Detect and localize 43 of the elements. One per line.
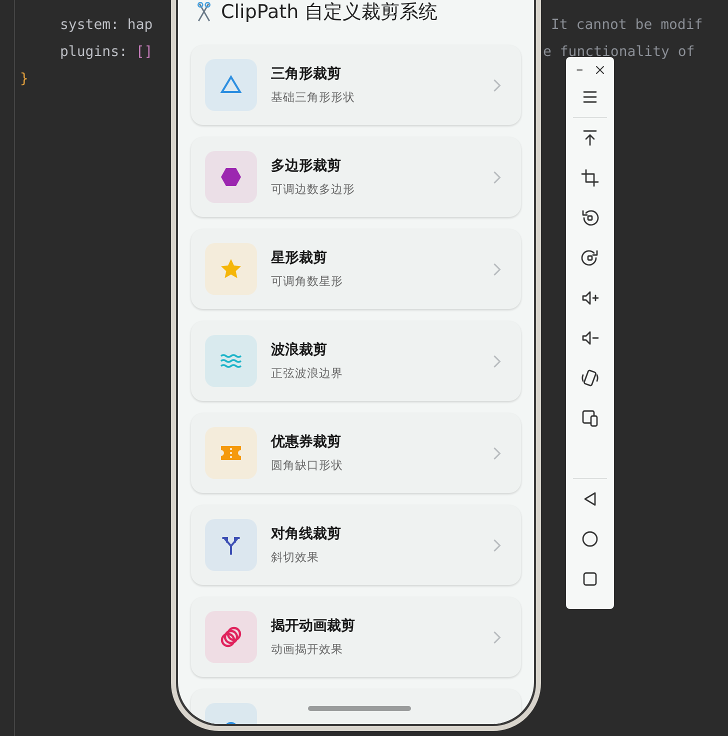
chevron-right-icon — [493, 630, 501, 644]
chevron-right-icon — [493, 262, 501, 276]
clip-type-card[interactable]: 揭开动画裁剪 动画揭开效果 — [191, 597, 521, 677]
rotate-right-icon[interactable] — [580, 248, 600, 268]
card-subtitle: 圆角缺口形状 — [271, 458, 344, 473]
code-text: [] — [136, 44, 153, 60]
card-subtitle: 正弦波浪边界 — [271, 366, 344, 381]
card-title: 三角形裁剪 — [271, 65, 342, 83]
clip-type-card[interactable]: 优惠券裁剪 圆角缺口形状 — [191, 413, 521, 493]
card-subtitle: 基础三角形形状 — [271, 90, 356, 105]
chevron-right-icon — [493, 170, 501, 184]
rotate-phone-icon[interactable] — [580, 368, 600, 388]
clip-type-card[interactable]: 三角形裁剪 基础三角形形状 — [191, 45, 521, 125]
card-subtitle: 斜切效果 — [271, 550, 320, 565]
chevron-right-icon — [493, 78, 501, 92]
card-title: 多边形裁剪 — [271, 157, 342, 175]
clip-type-card[interactable]: 多边形裁剪 可调边数多边形 — [191, 137, 521, 217]
card-title: 揭开动画裁剪 — [271, 617, 356, 635]
code-text: e functionality of — [543, 44, 695, 60]
chevron-right-icon — [493, 354, 501, 368]
clip-type-card[interactable]: 对角线裁剪 斜切效果 — [191, 505, 521, 585]
app-title: ClipPath 自定义裁剪系统 — [221, 0, 438, 25]
card-title: 星形裁剪 — [271, 249, 328, 267]
card-subtitle: 可调边数多边形 — [271, 182, 356, 197]
code-text: } — [20, 70, 28, 86]
code-text: It cannot be modif — [551, 16, 703, 32]
home-icon[interactable] — [580, 529, 600, 549]
devices-icon[interactable] — [580, 408, 600, 428]
scissors-icon — [195, 2, 213, 22]
chevron-right-icon — [493, 446, 501, 460]
card-subtitle: 可调角数星形 — [271, 274, 344, 289]
card-title: 对角线裁剪 — [271, 525, 342, 543]
card-title: 优惠券裁剪 — [271, 433, 342, 451]
chevron-right-icon — [493, 538, 501, 552]
card-title: 波浪裁剪 — [271, 341, 328, 359]
close-icon[interactable] — [593, 63, 607, 77]
card-subtitle: 动画揭开效果 — [271, 642, 344, 657]
clip-type-card[interactable]: 星形裁剪 可调角数星形 — [191, 229, 521, 309]
crop-icon[interactable] — [580, 168, 600, 188]
code-text: system: hap — [60, 16, 153, 32]
clip-type-card[interactable]: 波浪裁剪 正弦波浪边界 — [191, 321, 521, 401]
rotate-left-icon[interactable] — [580, 208, 600, 228]
code-text: plugins: — [60, 44, 128, 60]
